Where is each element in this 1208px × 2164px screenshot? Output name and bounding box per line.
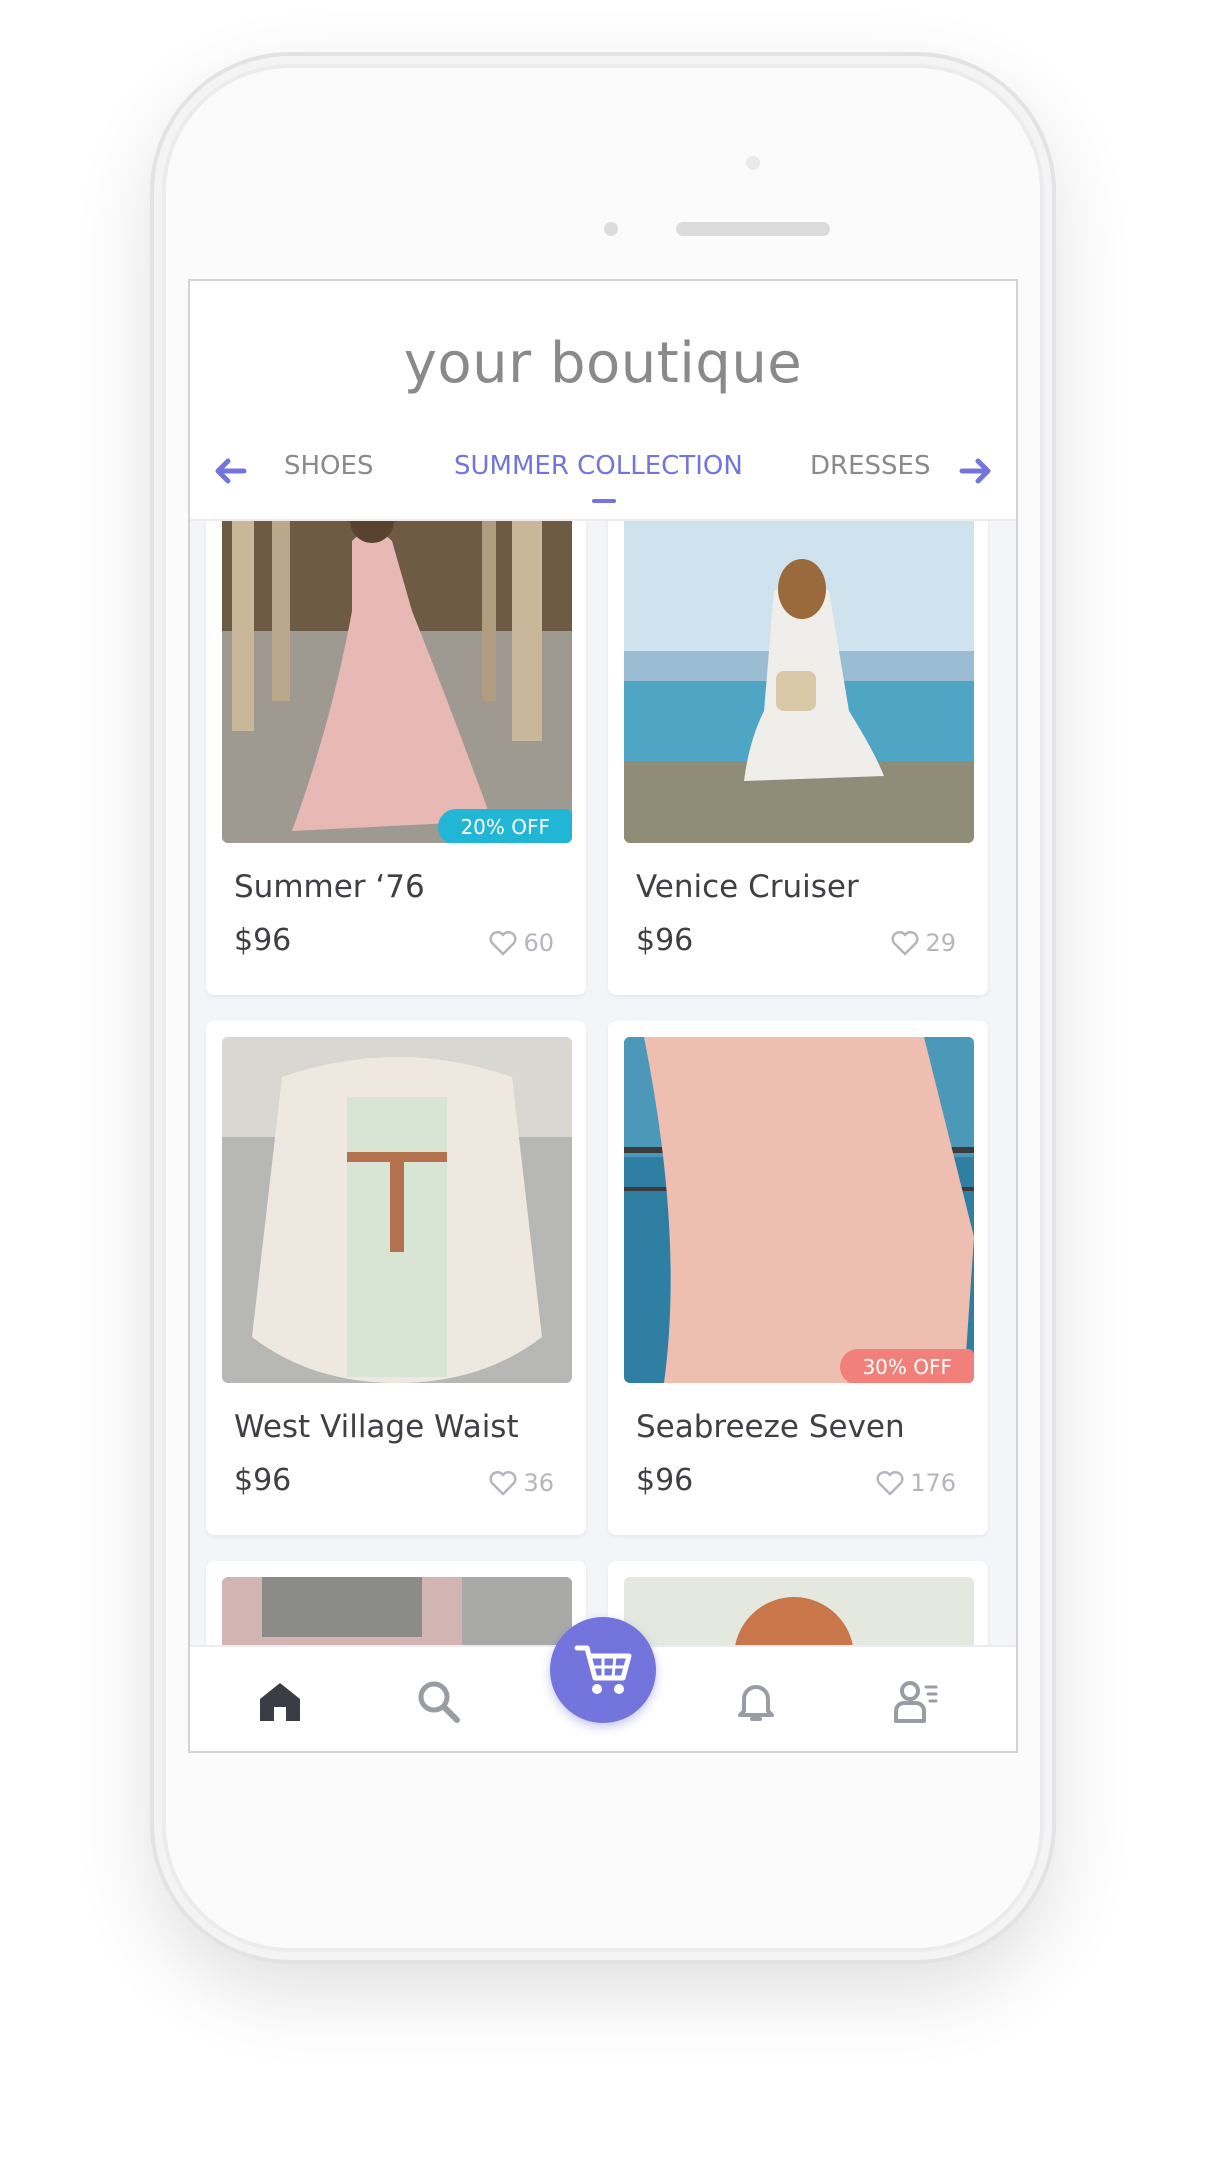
product-card[interactable]: West Village Waist $96 36 xyxy=(206,1021,586,1535)
like-count: 176 xyxy=(910,1469,956,1497)
product-price: $96 xyxy=(234,1463,292,1498)
like-count: 29 xyxy=(925,929,956,957)
front-camera xyxy=(746,156,760,170)
product-name[interactable]: West Village Waist xyxy=(234,1409,519,1445)
profile-icon[interactable] xyxy=(892,1677,940,1725)
search-icon[interactable] xyxy=(414,1677,462,1725)
arrow-left-icon[interactable] xyxy=(210,451,250,491)
heart-icon xyxy=(876,1470,904,1496)
heart-icon xyxy=(489,1470,517,1496)
proximity-sensor xyxy=(604,222,618,236)
product-price: $96 xyxy=(234,923,292,958)
home-icon[interactable] xyxy=(256,1677,304,1725)
discount-badge: 30% OFF xyxy=(840,1349,974,1383)
like-button[interactable]: 36 xyxy=(489,1469,554,1497)
heart-icon xyxy=(489,930,517,956)
product-name[interactable]: Summer ‘76 xyxy=(234,869,425,905)
like-button[interactable]: 29 xyxy=(891,929,956,957)
product-image xyxy=(222,1037,572,1383)
product-price: $96 xyxy=(636,1463,694,1498)
earpiece-speaker xyxy=(676,222,830,236)
product-image xyxy=(624,481,974,843)
product-image: 20% OFF xyxy=(222,481,572,843)
app-header: your boutique SHOES SUMMER COLLECTION DR… xyxy=(190,281,1016,521)
active-tab-indicator xyxy=(592,499,616,503)
app-title: your boutique xyxy=(403,331,803,396)
cart-button[interactable] xyxy=(550,1617,656,1723)
app-screen: your boutique SHOES SUMMER COLLECTION DR… xyxy=(188,279,1018,1753)
arrow-right-icon[interactable] xyxy=(956,451,996,491)
like-button[interactable]: 176 xyxy=(876,1469,956,1497)
cart-icon xyxy=(574,1645,632,1694)
bell-icon[interactable] xyxy=(732,1677,780,1725)
heart-icon xyxy=(891,930,919,956)
tab-shoes[interactable]: SHOES xyxy=(284,451,373,481)
bottom-navigation xyxy=(190,1617,1016,1751)
like-button[interactable]: 60 xyxy=(489,929,554,957)
product-price: $96 xyxy=(636,923,694,958)
like-count: 36 xyxy=(523,1469,554,1497)
tab-dresses[interactable]: DRESSES xyxy=(810,451,930,481)
product-name[interactable]: Seabreeze Seven xyxy=(636,1409,905,1445)
tab-summer-collection[interactable]: SUMMER COLLECTION xyxy=(454,451,743,481)
product-image: 30% OFF xyxy=(624,1037,974,1383)
product-card[interactable]: 30% OFF Seabreeze Seven $96 176 xyxy=(608,1021,988,1535)
product-name[interactable]: Venice Cruiser xyxy=(636,869,859,905)
category-tabs: SHOES SUMMER COLLECTION DRESSES xyxy=(190,451,1016,511)
discount-badge: 20% OFF xyxy=(438,809,572,843)
product-card[interactable]: Venice Cruiser $96 29 xyxy=(608,481,988,995)
product-card[interactable]: 20% OFF Summer ‘76 $96 60 xyxy=(206,481,586,995)
like-count: 60 xyxy=(523,929,554,957)
